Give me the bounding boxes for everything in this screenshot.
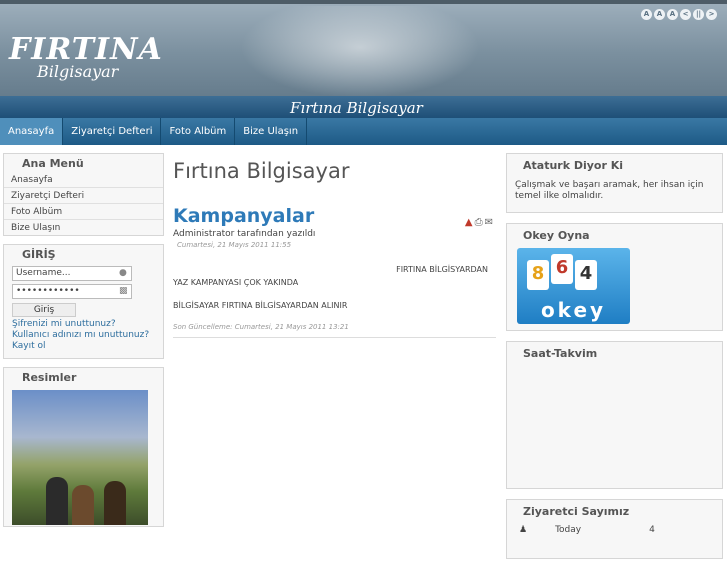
- right-sidebar: Ataturk Diyor Ki Çalışmak ve başarı aram…: [506, 153, 723, 569]
- user-icon: ●: [119, 268, 127, 278]
- clock-box: Saat-Takvim: [506, 341, 723, 489]
- visitor-counter-title: Ziyaretci Sayımız: [523, 505, 630, 518]
- nav-item-bize-ulasin[interactable]: Bize Ulaşın: [235, 118, 308, 145]
- okey-tile: 8: [527, 260, 549, 290]
- okey-title: Okey Oyna: [523, 229, 590, 242]
- images-title: Resimler: [22, 371, 77, 384]
- login-box: GİRİŞ Username... ● •••••••••••• ▩ Giriş…: [3, 244, 164, 359]
- article-title[interactable]: Kampanyalar: [173, 205, 496, 227]
- menu-item-foto-album[interactable]: Foto Albüm: [4, 204, 163, 220]
- password-input[interactable]: •••••••••••• ▩: [12, 284, 132, 299]
- clock-title: Saat-Takvim: [523, 347, 598, 360]
- article-modified-date: Son Güncelleme: Cumartesi, 21 Mayıs 2011…: [173, 323, 349, 331]
- forgot-username-link[interactable]: Kullanıcı adınızı mı unuttunuz?: [4, 330, 163, 341]
- okey-tile: 6: [551, 254, 573, 284]
- photo-figure: [46, 477, 68, 525]
- medium-width-icon[interactable]: ||: [693, 9, 704, 20]
- menu-item-bize-ulasin[interactable]: Bize Ulaşın: [4, 220, 163, 235]
- key-icon: ▩: [119, 286, 128, 296]
- counter-label: Today: [555, 525, 582, 535]
- wide-width-icon[interactable]: >: [706, 9, 717, 20]
- font-small-icon[interactable]: A: [641, 9, 652, 20]
- nav-item-foto-album[interactable]: Foto Albüm: [161, 118, 236, 145]
- person-icon: ♟: [519, 525, 528, 535]
- article-date: Cumartesi, 21 Mayıs 2011 11:55: [177, 241, 292, 249]
- pdf-icon[interactable]: ▲: [465, 217, 473, 228]
- visitor-counter-box: Ziyaretci Sayımız ♟ Today 4: [506, 499, 723, 559]
- username-input[interactable]: Username... ●: [12, 266, 132, 281]
- okey-game-banner[interactable]: 8 6 4 okey: [517, 248, 630, 324]
- okey-box: Okey Oyna 8 6 4 okey: [506, 223, 723, 331]
- counter-value: 4: [649, 525, 655, 535]
- photo-figure: [72, 485, 94, 525]
- article-text-line: FIRTINA BİLGİSYARDAN: [396, 265, 488, 274]
- font-size-tools: A A A < || >: [641, 9, 717, 20]
- world-map-graphic: [240, 6, 480, 98]
- menu-item-anasayfa[interactable]: Anasayfa: [4, 172, 163, 188]
- menu-item-ziyaretci-defteri[interactable]: Ziyaretçi Defteri: [4, 188, 163, 204]
- register-link[interactable]: Kayıt ol: [4, 341, 163, 352]
- quote-box: Ataturk Diyor Ki Çalışmak ve başarı aram…: [506, 153, 723, 213]
- font-medium-icon[interactable]: A: [654, 9, 665, 20]
- quote-title: Ataturk Diyor Ki: [523, 159, 624, 172]
- forgot-password-link[interactable]: Şifrenizi mi unuttunuz?: [4, 319, 163, 330]
- main-content: Fırtına Bilgisayar Kampanyalar ▲ ⎙ ✉ Adm…: [173, 153, 496, 338]
- login-button[interactable]: Giriş: [12, 303, 76, 317]
- article-separator: [173, 337, 496, 338]
- login-title: GİRİŞ: [22, 248, 56, 261]
- article-text-line: BİLGİSAYAR FIRTINA BİLGİSAYARDAN ALINIR: [173, 301, 348, 310]
- quote-text: Çalışmak ve başarı aramak, her ihsan içi…: [515, 180, 704, 201]
- print-icon[interactable]: ⎙: [475, 217, 483, 228]
- nav-item-ziyaretci-defteri[interactable]: Ziyaretçi Defteri: [63, 118, 162, 145]
- counter-row: ♟ Today 4: [519, 525, 722, 535]
- okey-tile: 4: [575, 260, 597, 290]
- header-site-title: Fırtına Bilgisayar: [290, 99, 423, 117]
- main-menu-title: Ana Menü: [22, 157, 84, 170]
- email-icon[interactable]: ✉: [485, 217, 493, 228]
- photo-figure: [104, 481, 126, 525]
- okey-word: okey: [540, 298, 607, 322]
- main-menu-box: Ana Menü Anasayfa Ziyaretçi Defteri Foto…: [3, 153, 164, 236]
- main-nav: Anasayfa Ziyaretçi Defteri Foto Albüm Bi…: [0, 118, 727, 145]
- article-text-line: YAZ KAMPANYASI ÇOK YAKINDA: [173, 278, 299, 287]
- article-author: Administrator tarafından yazıldı: [173, 229, 316, 239]
- images-box: Resimler: [3, 367, 164, 527]
- site-header: FIRTINA Bilgisayar Fırtına Bilgisayar A …: [0, 0, 727, 118]
- left-sidebar: Ana Menü Anasayfa Ziyaretçi Defteri Foto…: [3, 153, 164, 535]
- font-large-icon[interactable]: A: [667, 9, 678, 20]
- username-placeholder: Username...: [16, 268, 71, 278]
- password-value: ••••••••••••: [16, 286, 80, 296]
- gallery-photo[interactable]: [12, 390, 148, 525]
- header-top-line: [0, 0, 727, 4]
- nav-item-anasayfa[interactable]: Anasayfa: [0, 118, 64, 145]
- logo-subtitle: Bilgisayar: [37, 62, 119, 81]
- article-tools: ▲ ⎙ ✉: [465, 217, 493, 228]
- narrow-width-icon[interactable]: <: [680, 9, 691, 20]
- page-title: Fırtına Bilgisayar: [173, 159, 350, 183]
